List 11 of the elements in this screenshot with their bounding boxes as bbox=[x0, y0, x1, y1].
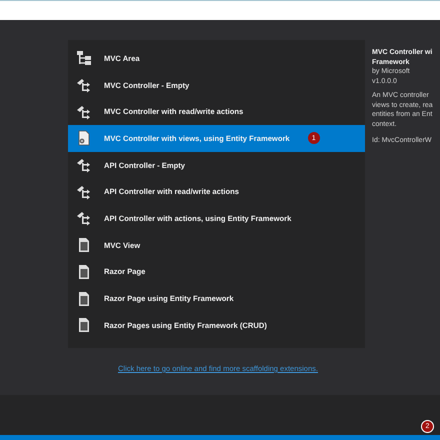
document-icon bbox=[76, 290, 92, 307]
controller-icon bbox=[76, 184, 92, 200]
document-gear-icon bbox=[76, 130, 92, 146]
controller-icon bbox=[76, 77, 92, 94]
hierarchy-icon bbox=[76, 50, 92, 66]
document-icon bbox=[76, 317, 92, 334]
document-icon bbox=[76, 237, 92, 254]
controller-icon bbox=[76, 157, 92, 174]
document-icon bbox=[76, 264, 92, 280]
controller-icon bbox=[76, 104, 92, 120]
controller-icon bbox=[76, 210, 92, 226]
